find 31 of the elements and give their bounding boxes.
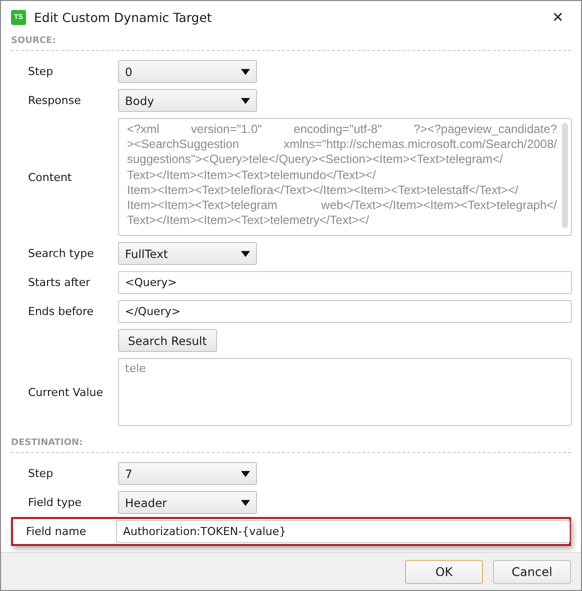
section-header: DESTINATION: — [11, 435, 571, 453]
dropdown[interactable]: FullText — [118, 242, 257, 265]
field-label: Field type — [28, 496, 82, 509]
input-field[interactable]: <Query> — [118, 271, 572, 294]
dropdown[interactable]: 7 — [118, 462, 257, 485]
field-label: Current Value — [28, 386, 104, 398]
field-label: Step — [28, 467, 54, 480]
field-label: Search type — [28, 247, 95, 260]
field-label: Step — [28, 65, 54, 78]
caret-icon — [241, 68, 250, 74]
ok-button[interactable]: OK — [405, 560, 483, 584]
caret-icon — [241, 500, 250, 506]
field-label: Field name — [26, 525, 88, 538]
field-label: Response — [28, 94, 82, 107]
caret-icon — [241, 250, 250, 256]
input-field[interactable]: </Query> — [118, 300, 572, 323]
close-button[interactable]: ✕ — [535, 2, 581, 32]
section-header: SOURCE: — [11, 33, 571, 51]
field-label: Starts after — [28, 276, 92, 289]
dropdown[interactable]: 0 — [118, 60, 257, 83]
input-field[interactable]: Authorization:TOKEN-{value} — [116, 520, 570, 543]
scrollbar-thumb[interactable] — [562, 123, 568, 228]
caret-icon — [241, 470, 250, 476]
caret-icon — [241, 98, 250, 104]
dropdown[interactable]: Body — [118, 89, 257, 112]
dropdown[interactable]: Header — [118, 491, 257, 514]
field-label: Content — [28, 170, 73, 184]
window-title: Edit Custom Dynamic Target — [34, 10, 213, 24]
search-result-button[interactable]: Search Result — [118, 329, 217, 352]
field-label: Ends before — [28, 305, 95, 318]
cancel-button[interactable]: Cancel — [493, 560, 571, 584]
